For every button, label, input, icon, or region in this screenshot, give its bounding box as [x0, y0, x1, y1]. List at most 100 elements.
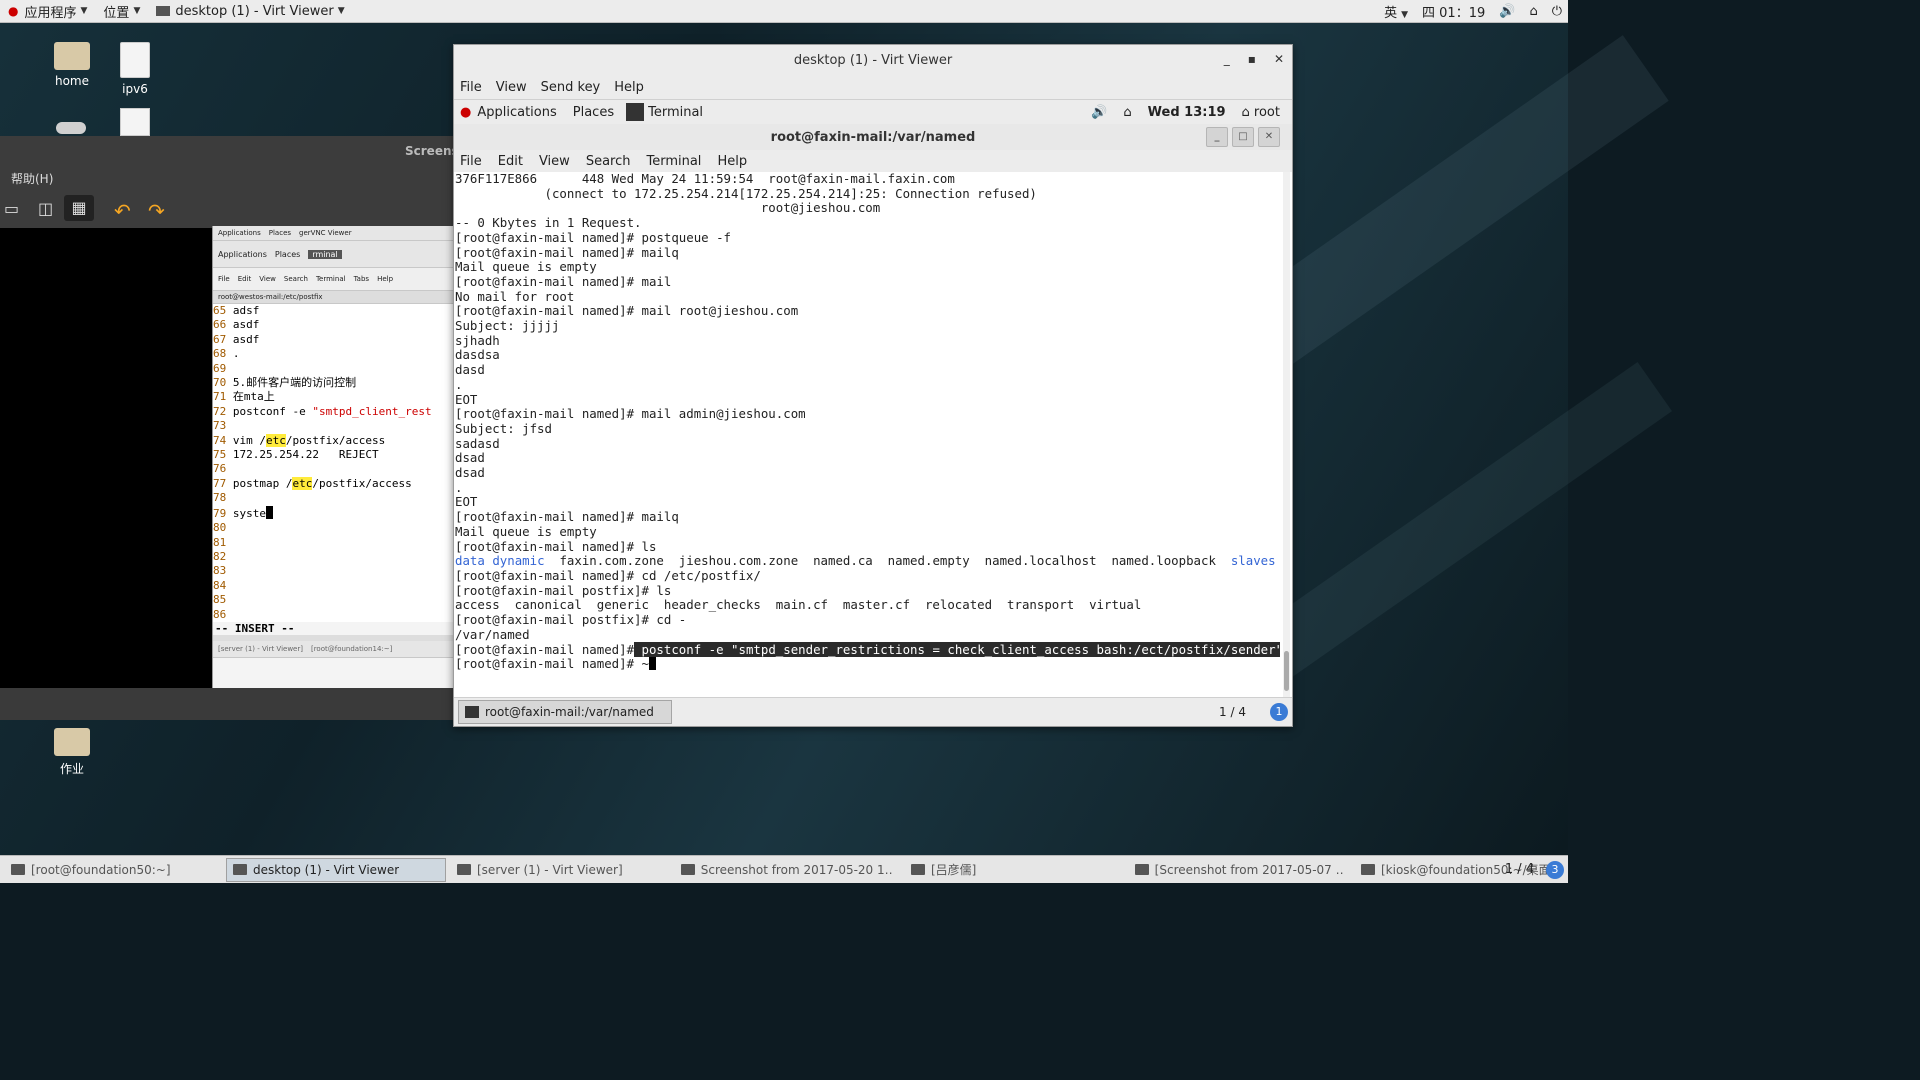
desktop-icon-ipv6[interactable]: ipv6 — [100, 42, 170, 96]
term-menu-help[interactable]: Help — [717, 154, 747, 169]
vim-line: 67 asdf — [213, 333, 454, 347]
window-icon — [233, 864, 247, 875]
line-number: 71 — [213, 390, 227, 404]
text-cursor — [266, 505, 273, 519]
guest-applications-menu[interactable]: Applications — [477, 105, 556, 120]
network-icon[interactable]: ⌂ — [1529, 4, 1537, 19]
search-highlight: etc — [266, 433, 286, 447]
line-number: 76 — [213, 462, 227, 476]
line-text: /postfix/access — [312, 476, 412, 490]
line-number: 85 — [213, 593, 227, 607]
term-menu-edit[interactable]: Edit — [498, 154, 523, 169]
directory-entry: dynamic — [492, 553, 545, 569]
terminal-line: dasdsa — [455, 347, 500, 363]
user-menu[interactable]: ⌂ root — [1242, 105, 1280, 120]
line-number: 66 — [213, 318, 227, 332]
vim-line: 73 — [213, 419, 454, 433]
image-icon[interactable]: ◫ — [38, 199, 53, 218]
input-method[interactable]: 英 ▼ — [1384, 2, 1408, 21]
vnc-guest-panel: Applications Places rminal — [213, 241, 454, 268]
terminal-line: [root@faxin-mail named]# ls — [455, 538, 657, 554]
taskbar-item[interactable]: [server (1) - Virt Viewer] — [450, 858, 670, 882]
terminal-line: [root@faxin-mail named]# mail admin@jies… — [455, 406, 806, 422]
terminal-maximize-icon[interactable]: □ — [1232, 127, 1254, 147]
selected-text[interactable]: postconf -e "smtpd_sender_restrictions =… — [634, 641, 1280, 657]
terminal-titlebar[interactable]: root@faxin-mail:/var/named _ □ ✕ — [454, 124, 1292, 150]
volume-icon[interactable]: 🔊 — [1091, 105, 1107, 120]
terminal-line: data dynamic faxin.com.zone jieshou.com.… — [454, 553, 1280, 569]
help-menu[interactable]: 帮助(H) — [11, 170, 53, 187]
virt-viewer-icon — [156, 6, 171, 16]
notification-badge[interactable]: 1 — [1270, 703, 1288, 721]
places-menu[interactable]: 位置 ▼ — [95, 0, 148, 22]
guest-terminal-launcher[interactable]: Terminal — [626, 103, 703, 121]
terminal-line: EOT — [455, 391, 478, 407]
power-icon[interactable]: ⏻ — [1552, 4, 1562, 19]
vim-line: 76 — [213, 462, 454, 476]
taskbar-item[interactable]: [Screenshot from 2017-05-07 … — [1128, 858, 1350, 882]
taskbar-item[interactable]: [吕彦儒] — [904, 858, 1124, 882]
term-menu-view[interactable]: View — [539, 154, 570, 169]
desktop-icon-home[interactable]: home — [37, 42, 107, 88]
volume-icon[interactable]: 🔊 — [1499, 4, 1515, 19]
terminal-line: dasd — [455, 362, 485, 378]
vim-line: 77 postmap /etc/postfix/access — [213, 476, 454, 491]
taskbar: [root@foundation50:~] desktop (1) - Virt … — [0, 855, 1568, 883]
taskbar-item[interactable]: desktop (1) - Virt Viewer — [226, 857, 446, 882]
prompt: [root@faxin-mail named]# ~ — [455, 656, 649, 672]
scrollbar-thumb[interactable] — [1284, 651, 1289, 691]
terminal-line: [root@faxin-mail named]# mail root@jiesh… — [455, 303, 799, 319]
desktop-icon-homework[interactable]: 作业 — [37, 728, 107, 777]
terminal-line: [root@faxin-mail named]# cd /etc/postfix… — [455, 567, 761, 583]
terminal-close-icon[interactable]: ✕ — [1258, 127, 1280, 147]
term-menu-file[interactable]: File — [460, 154, 482, 169]
term-menu-terminal[interactable]: Terminal — [646, 154, 701, 169]
terminal-minimize-icon[interactable]: _ — [1206, 127, 1228, 147]
vim-line: 82 — [213, 550, 454, 564]
drive-icon[interactable] — [56, 122, 86, 134]
guest-clock[interactable]: Wed 13:19 — [1148, 105, 1226, 120]
virt-viewer-titlebar[interactable]: desktop (1) - Virt Viewer _ ▪ ✕ — [454, 45, 1292, 75]
window-icon — [911, 864, 925, 875]
taskbar-item-label: [Screenshot from 2017-05-07 … — [1154, 862, 1343, 877]
terminal-scrollbar[interactable] — [1283, 172, 1290, 699]
active-window-menu[interactable]: desktop (1) - Virt Viewer ▼ — [148, 0, 352, 22]
maximize-icon[interactable]: ▪ — [1248, 52, 1256, 66]
menu-file[interactable]: File — [460, 80, 482, 95]
terminal-line: 376F117E866 448 Wed May 24 11:59:54 root… — [455, 172, 955, 186]
vim-mode: -- INSERT -- — [215, 621, 295, 635]
taskbar-item[interactable]: [root@foundation50:~] — [4, 858, 222, 882]
guest-task-terminal[interactable]: root@faxin-mail:/var/named — [458, 700, 672, 724]
rotate-right-icon[interactable]: ↷ — [148, 199, 165, 223]
terminal-line: [root@faxin-mail postfix]# cd - — [455, 612, 687, 628]
file-icon[interactable] — [120, 108, 150, 136]
line-number: 79 — [213, 506, 227, 520]
workspace-indicator[interactable]: 1 / 4 — [1219, 705, 1246, 719]
window-icon — [457, 864, 471, 875]
clock[interactable]: 四 01：19 — [1422, 2, 1485, 21]
taskbar-item[interactable]: Screenshot from 2017-05-20 1… — [674, 858, 900, 882]
term-menu-search[interactable]: Search — [586, 154, 631, 169]
vim-line: 70 5.邮件客户端的访问控制 — [213, 376, 454, 390]
taskbar-item[interactable]: [kiosk@foundation50:~/桌面] — [1354, 858, 1568, 882]
line-number: 67 — [213, 332, 227, 346]
gallery-icon[interactable]: ▦ — [64, 195, 94, 221]
menu-send-key[interactable]: Send key — [541, 80, 601, 95]
window-icon[interactable]: ▭ — [4, 199, 19, 218]
menu-help[interactable]: Help — [614, 80, 644, 95]
applications-menu[interactable]: ● 应用程序 ▼ — [0, 0, 95, 22]
notification-badge[interactable]: 3 — [1546, 860, 1564, 879]
network-icon[interactable]: ⌂ — [1123, 105, 1131, 120]
close-icon[interactable]: ✕ — [1274, 52, 1284, 66]
terminal-output[interactable]: 376F117E866 448 Wed May 24 11:59:54 root… — [454, 172, 1280, 699]
workspace-indicator[interactable]: 1 / 4 — [1505, 862, 1534, 877]
search-highlight: etc — [292, 476, 313, 490]
menu-view[interactable]: View — [496, 80, 527, 95]
line-number: 80 — [213, 521, 227, 535]
terminal-icon — [626, 103, 645, 121]
line-text: . — [232, 347, 240, 361]
guest-places-menu[interactable]: Places — [573, 105, 614, 120]
minimize-icon[interactable]: _ — [1224, 52, 1230, 66]
vim-line: 85 — [213, 593, 454, 607]
rotate-left-icon[interactable]: ↶ — [114, 199, 131, 223]
